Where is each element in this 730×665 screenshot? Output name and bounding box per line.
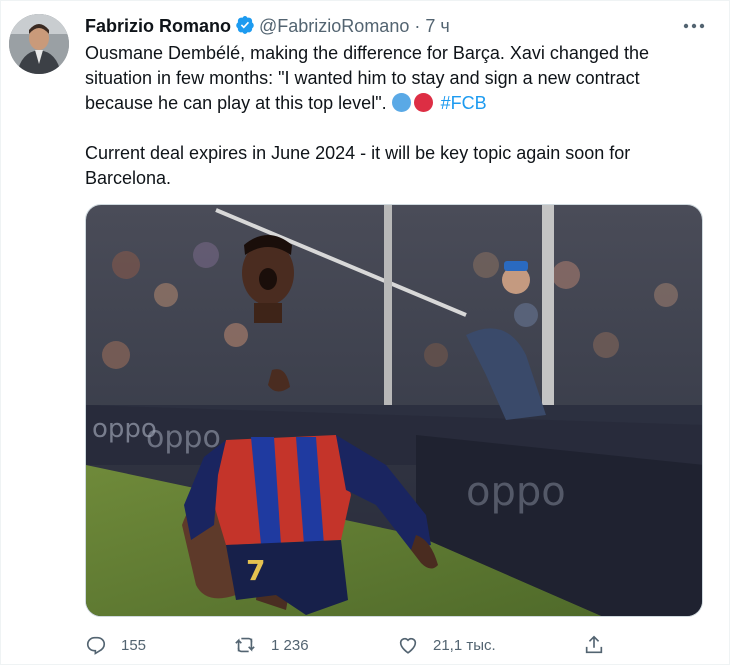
avatar[interactable]: [9, 14, 69, 74]
reply-count: 155: [121, 636, 147, 654]
like-button[interactable]: 21,1 тыс.: [397, 631, 496, 659]
more-options-button[interactable]: [681, 15, 707, 37]
author-name[interactable]: Fabrizio Romano: [85, 16, 231, 36]
board-text-3: oppo: [466, 469, 566, 515]
reply-button[interactable]: 155: [85, 631, 146, 659]
tweet-timestamp[interactable]: 7 ч: [425, 16, 449, 36]
blue-circle-emoji-icon: [391, 93, 411, 112]
tweet-text: Ousmane Dembélé, making the difference f…: [85, 41, 705, 191]
retweet-button[interactable]: 1 236: [233, 631, 309, 659]
tweet-paragraph-1: Ousmane Dembélé, making the difference f…: [85, 41, 705, 116]
separator-dot: ·: [414, 16, 421, 36]
share-button[interactable]: [583, 631, 619, 659]
player-celebration-image: oppo oppo oppo 7: [86, 205, 702, 616]
tweet-body-line1: Ousmane Dembélé, making the difference f…: [85, 43, 649, 113]
more-dots-icon: [683, 23, 705, 29]
like-count: 21,1 тыс.: [433, 636, 496, 654]
reply-icon: [86, 636, 106, 655]
jersey-number-text: 7: [246, 554, 265, 587]
tweet-card[interactable]: Fabrizio Romano @FabrizioRomano · 7 ч Ous…: [0, 0, 730, 665]
share-icon: [585, 635, 603, 654]
tweet-actions: 155 1 236 21,1 тыс.: [85, 631, 645, 659]
red-circle-emoji-icon: [413, 93, 433, 112]
hashtag-link[interactable]: #FCB: [441, 93, 487, 113]
tweet-header: Fabrizio Romano @FabrizioRomano · 7 ч: [85, 15, 450, 40]
retweet-count: 1 236: [271, 636, 309, 654]
verified-badge-icon: [235, 15, 255, 40]
like-icon: [399, 637, 417, 654]
tweet-paragraph-2: Current deal expires in June 2024 - it w…: [85, 143, 631, 188]
board-text-2: oppo: [146, 420, 221, 455]
author-handle[interactable]: @FabrizioRomano: [259, 16, 409, 36]
tweet-photo[interactable]: oppo oppo oppo 7: [85, 204, 703, 617]
retweet-icon: [235, 637, 255, 653]
